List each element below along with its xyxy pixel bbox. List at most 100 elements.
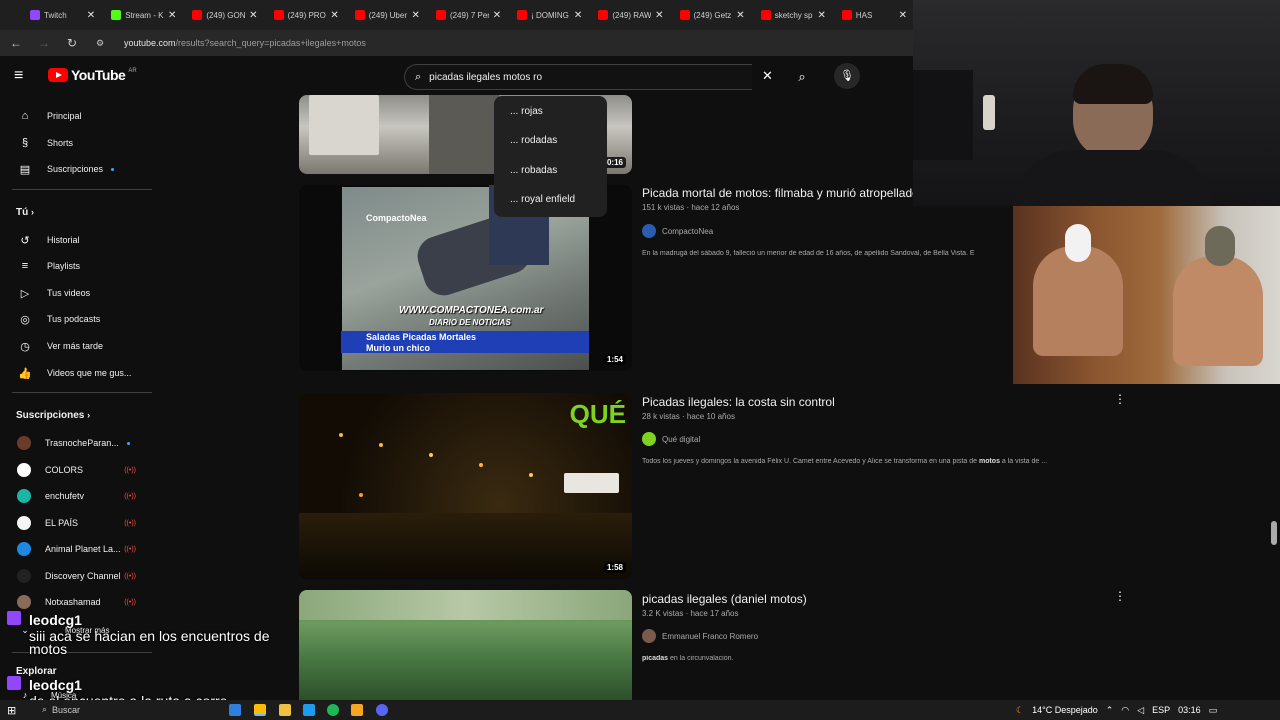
sidebar-item[interactable]: § Shorts <box>0 131 150 155</box>
browser-tab[interactable]: (249) RAW ✕ <box>588 0 669 30</box>
store-icon[interactable] <box>303 704 315 716</box>
address-bar[interactable]: youtube.com/results?search_query=picadas… <box>124 38 366 48</box>
tab-close-icon[interactable]: ✕ <box>736 10 750 21</box>
subscription-item[interactable]: Notxashamad ((•)) <box>0 590 150 614</box>
search-suggestion[interactable]: ... royal enfield <box>494 190 607 219</box>
weather-text[interactable]: 14°C Despejado <box>1032 705 1098 715</box>
back-icon[interactable]: ← <box>4 36 28 50</box>
sidebar-item[interactable]: ↺ Historial <box>0 228 150 252</box>
sidebar-item[interactable]: ◷ Ver más tarde <box>0 334 150 358</box>
result-thumbnail-3[interactable] <box>299 590 632 700</box>
subscription-item[interactable]: enchufetv ((•)) <box>0 484 150 508</box>
result-channel[interactable]: CompactoNea <box>642 224 713 238</box>
site-info-icon[interactable]: ⚙ <box>88 38 112 49</box>
sidebar-subscriptions-heading[interactable]: Suscripciones › <box>16 410 90 421</box>
subscription-item[interactable]: COLORS ((•)) <box>0 458 150 482</box>
desc-text: Todos los jueves y domingos la avenida F… <box>642 458 979 465</box>
tab-title: sketchy sp <box>774 10 813 20</box>
forward-icon[interactable]: → <box>32 36 56 50</box>
browser-tab[interactable]: (249) Uber ✕ <box>345 0 426 30</box>
spotify-icon[interactable] <box>327 704 339 716</box>
tab-close-icon[interactable]: ✕ <box>655 10 669 21</box>
start-icon[interactable]: ⊞ <box>7 704 16 717</box>
chrome-icon[interactable] <box>254 704 266 716</box>
more-actions-icon[interactable]: ⋮ <box>1114 392 1126 406</box>
thumbnail-caption-line2: Murio un chico <box>366 343 430 353</box>
result-channel[interactable]: Emmanuel Franco Romero <box>642 629 758 643</box>
page-scrollbar[interactable] <box>1271 521 1277 545</box>
result-channel[interactable]: Qué digital <box>642 432 700 446</box>
wifi-icon[interactable]: ◠ <box>1121 705 1129 716</box>
sidebar-item[interactable]: ◎ Tus podcasts <box>0 307 150 331</box>
tab-close-icon[interactable]: ✕ <box>249 10 263 21</box>
voice-search-button[interactable]: 🎙 <box>834 63 860 89</box>
browser-tab[interactable]: Stream - K ✕ <box>101 0 182 30</box>
result-title[interactable]: picadas ilegales (daniel motos) <box>642 592 914 606</box>
browser-tab[interactable]: (249) 7 Per ✕ <box>426 0 507 30</box>
tab-close-icon[interactable]: ✕ <box>899 10 913 21</box>
edge-icon[interactable] <box>229 704 241 716</box>
subscription-item[interactable]: EL PAÍS ((•)) <box>0 511 150 535</box>
search-input[interactable] <box>429 71 720 83</box>
home-icon: ⌂ <box>21 110 29 122</box>
tab-close-icon[interactable]: ✕ <box>493 10 507 21</box>
desc-text: en la circunvalacion. <box>668 655 734 662</box>
result-title[interactable]: Picada mortal de motos: filmaba y murió … <box>642 186 914 200</box>
tab-close-icon[interactable]: ✕ <box>412 10 426 21</box>
sidebar-item[interactable]: ≡ Playlists <box>0 254 150 278</box>
browser-tab[interactable]: Twitch ✕ <box>20 0 101 30</box>
subscription-item[interactable]: Discovery Channel ((•)) <box>0 564 150 588</box>
subscription-item[interactable]: Animal Planet La... ((•)) <box>0 537 150 561</box>
search-button[interactable]: ⌕ <box>789 64 815 90</box>
search-suggestion[interactable]: ... rojas <box>494 102 607 131</box>
tab-close-icon[interactable]: ✕ <box>330 10 344 21</box>
tab-close-icon[interactable]: ✕ <box>168 10 182 21</box>
download-icon[interactable] <box>351 704 363 716</box>
more-actions-icon[interactable]: ⋮ <box>1114 589 1126 603</box>
tab-favicon-icon <box>354 10 365 20</box>
browser-tab[interactable]: sketchy sp ✕ <box>751 0 832 30</box>
browser-tab[interactable]: (249) GON ✕ <box>182 0 263 30</box>
file-explorer-icon[interactable] <box>279 704 291 716</box>
result-thumbnail-2[interactable]: QUÉ 1:58 <box>299 393 632 579</box>
volume-icon[interactable]: ◁ <box>1137 705 1144 716</box>
taskbar-search-icon[interactable]: ⌕ <box>42 704 47 715</box>
result-description: En la madrugá del sábado 9, falleció un … <box>642 250 975 257</box>
clock[interactable]: 03:16 <box>1178 705 1201 715</box>
clear-search-icon[interactable]: ✕ <box>762 68 773 84</box>
tab-title: (249) Uber <box>368 10 407 20</box>
browser-tab[interactable]: HAS ✕ <box>832 0 913 30</box>
tab-title: Stream - K <box>125 10 164 20</box>
youtube-logo[interactable]: YouTube AR <box>48 67 137 83</box>
sidebar-item[interactable]: 👍 Videos que me gus... <box>0 361 150 385</box>
sidebar-item[interactable]: ▷ Tus videos <box>0 281 150 305</box>
search-suggestion[interactable]: ... rodadas <box>494 131 607 160</box>
search-suggestion[interactable]: ... robadas <box>494 161 607 190</box>
youtube-play-icon <box>48 68 68 82</box>
subscription-item[interactable]: TrasnocheParan... <box>0 431 150 455</box>
subscription-label: Discovery Channel <box>45 571 121 581</box>
tab-close-icon[interactable]: ✕ <box>87 10 101 21</box>
sidebar-item-label: Shorts <box>47 138 74 148</box>
subscription-label: enchufetv <box>45 491 85 501</box>
sidebar-you-heading[interactable]: Tú › <box>16 207 34 218</box>
menu-icon[interactable]: ≡ <box>14 68 32 84</box>
sidebar-item[interactable]: ▤ Suscripciones <box>0 157 150 181</box>
tab-close-icon[interactable]: ✕ <box>817 10 831 21</box>
tab-title: (249) PRO <box>287 10 326 20</box>
thumbnail-watermark: CompactoNea <box>366 213 427 223</box>
browser-tab[interactable]: ¡ DOMING ✕ <box>507 0 588 30</box>
shorts-icon: § <box>21 137 29 149</box>
reload-icon[interactable]: ↻ <box>60 36 84 50</box>
tab-close-icon[interactable]: ✕ <box>574 10 588 21</box>
tray-up-icon[interactable]: ⌃ <box>1106 705 1114 716</box>
browser-tab[interactable]: (249) Getz ✕ <box>670 0 751 30</box>
browser-tab[interactable]: (249) PRO ✕ <box>264 0 345 30</box>
taskbar-search[interactable]: Buscar <box>52 705 80 715</box>
discord-icon[interactable] <box>376 704 388 716</box>
result-title[interactable]: Picadas ilegales: la costa sin control <box>642 395 914 409</box>
language-indicator[interactable]: ESP <box>1152 705 1170 715</box>
sidebar-divider <box>12 189 152 190</box>
notifications-icon[interactable]: ▭ <box>1209 705 1218 716</box>
sidebar-item[interactable]: ⌂ Principal <box>0 104 150 128</box>
